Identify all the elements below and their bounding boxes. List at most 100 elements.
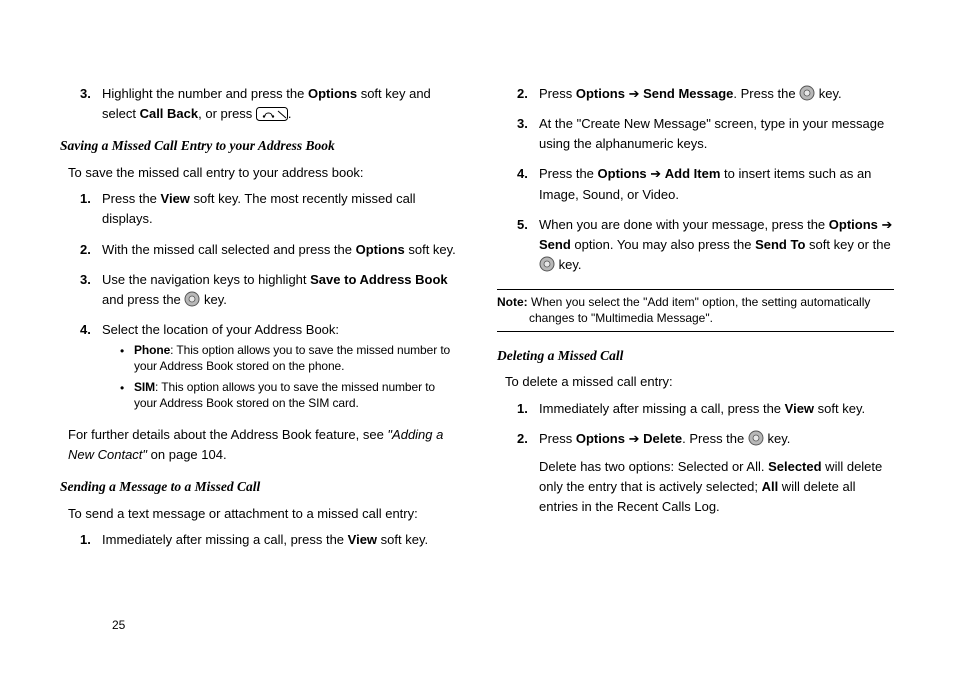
right-column: 2. Press Options ➔ Send Message. Press t… [497,80,894,560]
list-item: 4. Press the Options ➔ Add Item to inser… [517,164,894,204]
list-body: With the missed call selected and press … [102,240,457,260]
text: : This option allows you to save the mis… [134,380,435,410]
text: When you are done with your message, pre… [539,217,829,232]
list-number: 3. [80,270,102,310]
intro-text: To delete a missed call entry: [505,372,894,392]
list-item: 2. With the missed call selected and pre… [80,240,457,260]
text: ➔ [878,217,893,232]
bullet-body: SIM: This option allows you to save the … [134,379,457,411]
text: ➔ [625,86,643,101]
text: Press the [539,166,598,181]
ok-key-icon [539,257,555,272]
bold-text: All [762,479,779,494]
text: and press the [102,292,184,307]
list-body: Press Options ➔ Send Message. Press the … [539,84,894,104]
bold-text: Delete [643,431,682,446]
list-number: 4. [80,320,102,415]
text: Press [539,431,576,446]
note-box: Note: When you select the "Add item" opt… [497,289,894,331]
bold-text: Send To [755,237,805,252]
text: . Press the [733,86,799,101]
list-item: 3. Use the navigation keys to highlight … [80,270,457,310]
list-body: Immediately after missing a call, press … [102,530,457,550]
list-body: Highlight the number and press the Optio… [102,84,457,124]
text: ➔ [625,431,643,446]
list-number: 3. [80,84,102,124]
section-heading: Saving a Missed Call Entry to your Addre… [60,136,457,157]
text: soft key. [377,532,428,547]
text: Immediately after missing a call, press … [539,401,785,416]
ok-key-icon [184,292,200,307]
bold-text: Options [576,86,625,101]
text: Delete has two options: Selected or All. [539,459,768,474]
list-body: Press the View soft key. The most recent… [102,189,457,229]
list-number: 1. [80,189,102,229]
bold-text: View [161,191,190,206]
text: ➔ [647,166,665,181]
document-page: 3. Highlight the number and press the Op… [0,0,954,682]
ok-key-icon [799,86,815,101]
text: soft key or the [805,237,890,252]
list-body: Press Options ➔ Delete. Press the key. D… [539,429,894,518]
text: key. [815,86,842,101]
list-number: 2. [517,429,539,518]
list-item: 3. At the "Create New Message" screen, t… [517,114,894,154]
bullet-dot: • [120,379,134,411]
bold-text: View [348,532,377,547]
text: Press the [102,191,161,206]
bold-text: Send [539,237,571,252]
list-body: Press the Options ➔ Add Item to insert i… [539,164,894,204]
text: on page 104. [147,447,227,462]
section-heading: Sending a Message to a Missed Call [60,477,457,498]
list-body: At the "Create New Message" screen, type… [539,114,894,154]
bold-text: Selected [768,459,821,474]
list-number: 1. [517,399,539,419]
text: soft key. [405,242,456,257]
intro-text: To save the missed call entry to your ad… [68,163,457,183]
list-number: 4. [517,164,539,204]
list-number: 1. [80,530,102,550]
list-body: Use the navigation keys to highlight Sav… [102,270,457,310]
text: For further details about the Address Bo… [68,427,387,442]
bold-text: Save to Address Book [310,272,448,287]
text: Press [539,86,576,101]
bold-text: View [785,401,814,416]
bold-text: Options [829,217,878,232]
bullet-item: • Phone: This option allows you to save … [120,342,457,374]
text: : This option allows you to save the mis… [134,343,450,373]
two-column-layout: 3. Highlight the number and press the Op… [60,80,894,560]
note-body: Note: When you select the "Add item" opt… [497,294,894,326]
bold-text: Phone [134,343,170,357]
list-number: 3. [517,114,539,154]
text: key. [764,431,791,446]
text: key. [555,257,582,272]
list-number: 2. [517,84,539,104]
page-number: 25 [112,618,125,632]
bold-text: Add Item [665,166,721,181]
text: key. [200,292,227,307]
list-item: 4. Select the location of your Address B… [80,320,457,415]
bold-text: Options [308,86,357,101]
text: . [288,106,292,121]
list-item: 5. When you are done with your message, … [517,215,894,275]
intro-text: To send a text message or attachment to … [68,504,457,524]
list-number: 2. [80,240,102,260]
text: . Press the [682,431,748,446]
note-label: Note: [497,295,528,309]
bold-text: Options [576,431,625,446]
list-body: Immediately after missing a call, press … [539,399,894,419]
bold-text: Options [598,166,647,181]
text: Immediately after missing a call, press … [102,532,348,547]
section-heading: Deleting a Missed Call [497,346,894,367]
bullet-dot: • [120,342,134,374]
list-body: When you are done with your message, pre… [539,215,894,275]
list-item: 1. Immediately after missing a call, pre… [80,530,457,550]
note-text: When you select the "Add item" option, t… [528,295,871,325]
bullet-item: • SIM: This option allows you to save th… [120,379,457,411]
bold-text: Options [356,242,405,257]
text: soft key. [814,401,865,416]
list-item: 3. Highlight the number and press the Op… [80,84,457,124]
ok-key-icon [748,431,764,446]
text: Select the location of your Address Book… [102,322,339,337]
list-number: 5. [517,215,539,275]
